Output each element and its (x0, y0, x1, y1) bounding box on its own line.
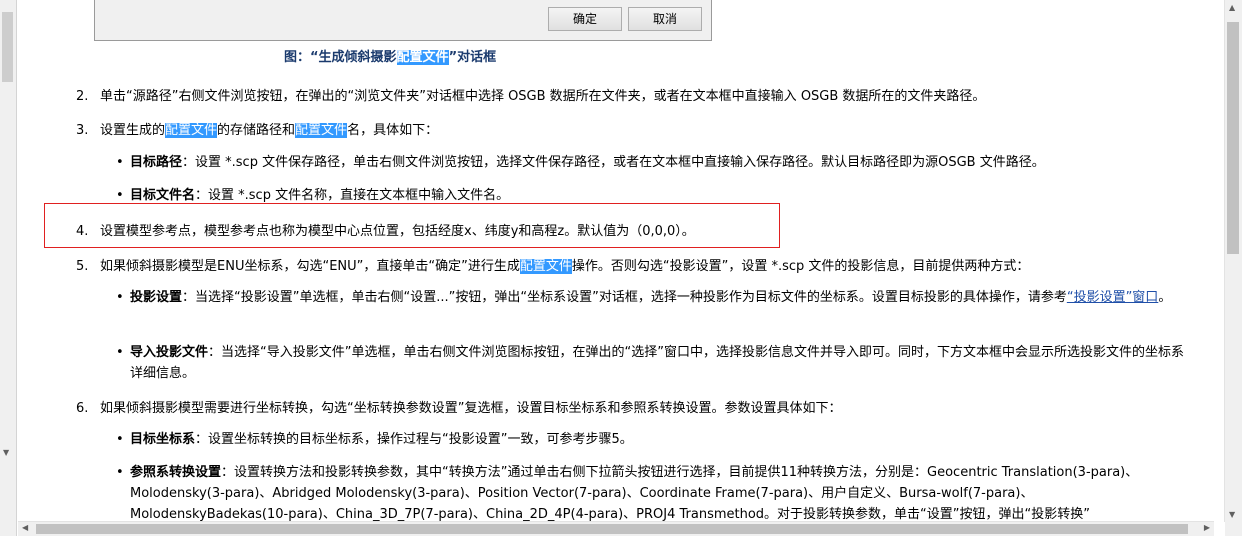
step-number: 3. (76, 123, 89, 138)
bullet-icon: • (116, 155, 124, 170)
search-highlight: 配置文件 (519, 259, 572, 274)
bullet-label: 导入投影文件 (130, 345, 209, 360)
bullet-label: 参照系转换设置 (130, 465, 222, 480)
scroll-down-arrow-icon[interactable]: ▼ (1229, 510, 1235, 519)
bullet-icon: • (116, 345, 124, 360)
bullet-icon: • (116, 290, 124, 305)
step-text: 如果倾斜摄影模型是ENU坐标系，勾选“ENU”，直接单击“确定”进行生成 (100, 259, 520, 274)
bullet-target-coordinate-system: • 目标坐标系：设置坐标转换的目标坐标系，操作过程与“投影设置”一致，可参考步骤… (116, 429, 1186, 450)
step-text: 设置生成的 (100, 123, 166, 138)
step-3: 3. 设置生成的配置文件的存储路径和配置文件名，具体如下： (76, 119, 438, 138)
bullet-icon: • (116, 432, 124, 447)
bullet-projection-setting: • 投影设置：当选择“投影设置”单选框，单击右侧“设置...”按钮，弹出“坐标系… (116, 287, 1186, 308)
bullet-label: 目标路径 (130, 155, 183, 170)
step-2: 2. 单击“源路径”右侧文件浏览按钮，在弹出的“浏览文件夹”对话框中选择 OSGB… (76, 85, 985, 104)
search-highlight: 配置文件 (165, 123, 218, 138)
step-number: 5. (76, 259, 89, 274)
step-4: 4. 设置模型参考点，模型参考点也称为模型中心点位置，包括经度x、纬度y和高程z。… (76, 220, 695, 239)
ok-button: 确定 (548, 7, 622, 31)
step-text: 名，具体如下： (347, 123, 439, 138)
step-number: 6. (76, 401, 89, 416)
step-5: 5. 如果倾斜摄影模型是ENU坐标系，勾选“ENU”，直接单击“确定”进行生成配置… (76, 255, 1029, 274)
left-scroll-thumb[interactable] (2, 12, 13, 82)
step-number: 2. (76, 89, 89, 104)
step-text: 如果倾斜摄影模型需要进行坐标转换，勾选“坐标转换参数设置”复选框，设置目标坐标系… (100, 401, 842, 416)
bullet-label: 投影设置 (130, 290, 183, 305)
step-number: 4. (76, 224, 89, 239)
bullet-text: ：设置 *.scp 文件保存路径，单击右侧文件浏览按钮，选择文件保存路径，或者在… (182, 155, 1045, 170)
bullet-text: 。 (1158, 290, 1172, 305)
bullet-text: ：当选择“投影设置”单选框，单击右侧“设置...”按钮，弹出“坐标系设置”对话框… (182, 290, 1067, 305)
step-text: 单击“源路径”右侧文件浏览按钮，在弹出的“浏览文件夹”对话框中选择 OSGB 数… (100, 89, 986, 104)
step-text: 操作。否则勾选“投影设置”，设置 *.scp 文件的投影信息，目前提供两种方式： (571, 259, 1030, 274)
bullet-text: ：当选择“导入投影文件”单选框，单击右侧文件浏览图标按钮，在弹出的“选择”窗口中… (130, 345, 1184, 381)
bullet-reference-transform: • 参照系转换设置：设置转换方法和投影转换参数，其中“转换方法”通过单击右侧下拉… (116, 462, 1186, 522)
scroll-left-arrow-icon[interactable]: ◀ (22, 523, 28, 532)
bullet-label: 目标坐标系 (130, 432, 196, 447)
scroll-right-arrow-icon[interactable]: ▶ (1204, 523, 1210, 532)
step-text: 设置模型参考点，模型参考点也称为模型中心点位置，包括经度x、纬度y和高程z。默认… (100, 224, 695, 239)
dialog-screenshot: 确定 取消 (94, 0, 712, 41)
bullet-label: 目标文件名 (130, 188, 196, 203)
help-content: 确定 取消 图：“生成倾斜摄影配置文件”对话框 2. 单击“源路径”右侧文件浏览按… (18, 0, 1214, 522)
horizontal-scroll-thumb[interactable] (36, 524, 1188, 534)
scrollbar-corner (1225, 522, 1242, 536)
cancel-button: 取消 (628, 7, 702, 31)
vertical-scroll-thumb[interactable] (1227, 22, 1239, 254)
caption-suffix: ”对话框 (448, 50, 497, 65)
bullet-icon: • (116, 465, 124, 480)
horizontal-scrollbar[interactable]: ◀ ▶ (18, 521, 1214, 536)
bullet-text: ：设置 *.scp 文件名称，直接在文本框中输入文件名。 (195, 188, 510, 203)
step-text: 的存储路径和 (217, 123, 296, 138)
scroll-down-arrow-icon[interactable]: ▼ (3, 448, 9, 457)
search-highlight: 配置文件 (396, 50, 449, 65)
search-highlight: 配置文件 (295, 123, 348, 138)
projection-setting-link[interactable]: “投影设置”窗口 (1067, 290, 1158, 305)
bullet-text: ：设置坐标转换的目标坐标系，操作过程与“投影设置”一致，可参考步骤5。 (195, 432, 633, 447)
step-6: 6. 如果倾斜摄影模型需要进行坐标转换，勾选“坐标转换参数设置”复选框，设置目标坐… (76, 397, 841, 416)
caption-prefix: 图：“生成倾斜摄影 (284, 50, 397, 65)
vertical-scrollbar[interactable]: ▲ ▼ (1224, 0, 1242, 522)
left-pane-scrollbar[interactable]: ▼ (0, 0, 17, 536)
bullet-text: ：设置转换方法和投影转换参数，其中“转换方法”通过单击右侧下拉箭头按钮进行选择，… (130, 465, 1139, 522)
figure-caption: 图：“生成倾斜摄影配置文件”对话框 (284, 46, 496, 65)
scroll-up-arrow-icon[interactable]: ▲ (1229, 3, 1235, 12)
bullet-import-projection: • 导入投影文件：当选择“导入投影文件”单选框，单击右侧文件浏览图标按钮，在弹出… (116, 342, 1186, 384)
bullet-target-path: • 目标路径：设置 *.scp 文件保存路径，单击右侧文件浏览按钮，选择文件保存… (116, 152, 1186, 173)
